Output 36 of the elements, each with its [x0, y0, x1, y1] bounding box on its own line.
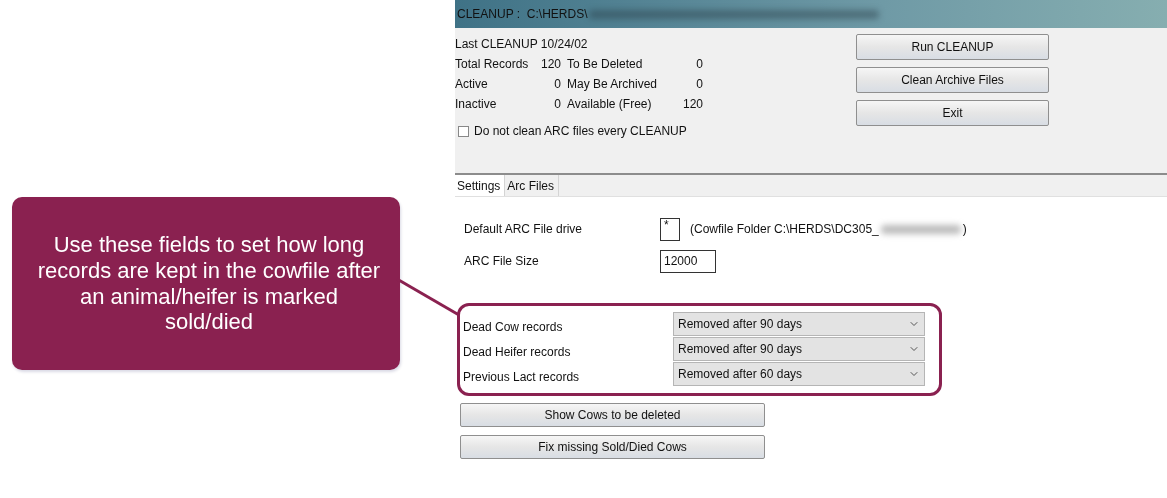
field-label: ARC File Size [463, 254, 540, 268]
action-button[interactable]: Fix missing Sold/Died Cows [460, 435, 765, 459]
stat-value: 120 [681, 97, 704, 111]
stat-label: Total Records [455, 57, 530, 71]
cowfile-folder-text: (Cowfile Folder C:\HERDS\DC305_ [690, 222, 879, 236]
checkbox-label: Do not clean ARC files every CLEANUP [474, 124, 687, 138]
stat-label: May Be Archived [567, 77, 659, 91]
callout-box: Use these fields to set how long records are kept in the cowfile after an animal/heifer is marked sold/died [12, 197, 400, 370]
dropdown[interactable]: Removed after 60 days [673, 362, 925, 386]
checkbox[interactable] [458, 125, 469, 137]
stat-label: To Be Deleted [567, 57, 644, 71]
field-label: Dead Cow records [463, 319, 563, 334]
dropdown[interactable]: Removed after 90 days [673, 312, 925, 336]
stat-value: 120 [541, 57, 563, 71]
stat-value: 0 [695, 57, 704, 71]
window-title: CLEANUP : C:\HERDS\ [457, 7, 588, 21]
stat-value: 0 [695, 77, 704, 91]
action-button[interactable]: Show Cows to be deleted [460, 403, 765, 427]
tab[interactable]: Arc Files [505, 175, 560, 196]
closing-parenthesis: ) [962, 222, 967, 236]
field-label: Dead Heifer records [463, 344, 571, 359]
dropdown[interactable]: Removed after 90 days [673, 337, 925, 361]
stat-value: 0 [553, 77, 562, 91]
drive-field[interactable]: * [660, 217, 680, 241]
arc-size-field[interactable]: 12000 [660, 249, 716, 273]
field-label: Default ARC File drive [463, 222, 584, 236]
action-button[interactable]: Clean Archive Files [856, 67, 1049, 93]
action-button[interactable]: Run CLEANUP [856, 34, 1049, 60]
stat-label: Available (Free) [567, 97, 653, 111]
field-label: Previous Lact records [463, 369, 580, 384]
action-button[interactable]: Exit [856, 100, 1049, 126]
stat-value: 0 [553, 97, 562, 111]
tab[interactable]: Settings [455, 175, 506, 196]
stat-label: Inactive [455, 97, 498, 111]
last-cleanup-text: Last CLEANUP 10/24/02 [455, 37, 588, 51]
stat-label: Active [455, 77, 489, 91]
